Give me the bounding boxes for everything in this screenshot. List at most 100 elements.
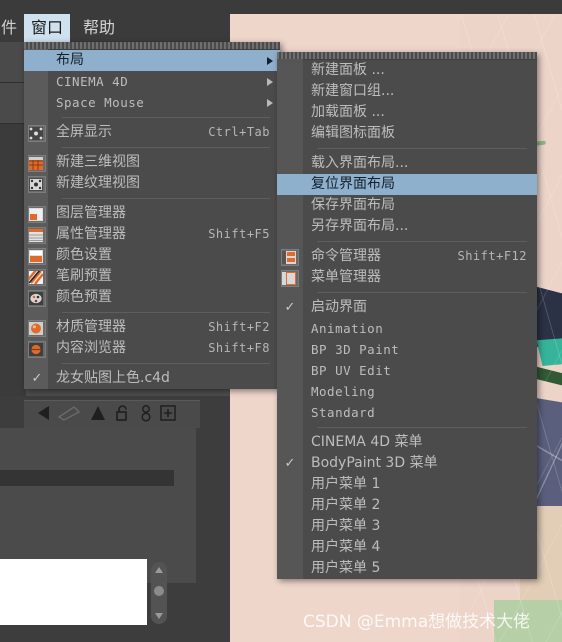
- menu-item-label: 用户菜单 5: [311, 560, 381, 576]
- menu-item-label: 内容浏览器: [56, 340, 126, 356]
- menu-item-animation[interactable]: Animation: [277, 318, 537, 339]
- fullscreen-icon: [28, 125, 46, 142]
- menu-item-shortcut: Shift+F8: [208, 341, 270, 355]
- menu-item-用户菜单-2[interactable]: 用户菜单 2: [277, 495, 537, 516]
- menu-item-材质管理器[interactable]: 材质管理器 Shift+F2: [24, 317, 280, 338]
- menu-item-label: 笔刷预置: [56, 268, 112, 284]
- menubar-item-file-clipped[interactable]: 件: [0, 14, 24, 42]
- window-titlebar: [0, 0, 562, 14]
- menu-item-布局[interactable]: 布局: [24, 50, 280, 71]
- scroll-down-arrow-icon[interactable]: [155, 613, 163, 619]
- menu-item-用户菜单-3[interactable]: 用户菜单 3: [277, 516, 537, 537]
- scrollbar-thumb[interactable]: [154, 586, 164, 596]
- scroll-up-arrow-icon[interactable]: [155, 567, 163, 573]
- menu-item-label: CINEMA 4D: [56, 74, 129, 89]
- menu-item-label: 编辑图标面板: [311, 125, 395, 141]
- menu-item-龙女贴图上色-c4d[interactable]: ✓ 龙女贴图上色.c4d: [24, 368, 280, 389]
- menu-item-内容浏览器[interactable]: 内容浏览器 Shift+F8: [24, 338, 280, 359]
- menu-item-颜色预置[interactable]: 颜色预置: [24, 287, 280, 308]
- menu-item-bp-3d-paint[interactable]: BP 3D Paint: [277, 339, 537, 360]
- menu-item-全屏显示[interactable]: 全屏显示 Ctrl+Tab: [24, 122, 280, 143]
- brush-preset-icon: [28, 269, 46, 286]
- menu-item-复位界面布局[interactable]: 复位界面布局: [277, 174, 537, 195]
- menu-item-standard[interactable]: Standard: [277, 402, 537, 423]
- menu-item-bodypaint-3d-菜单[interactable]: ✓ BodyPaint 3D 菜单: [277, 453, 537, 474]
- menu-item-bp-uv-edit[interactable]: BP UV Edit: [277, 360, 537, 381]
- menu-item-用户菜单-5[interactable]: 用户菜单 5: [277, 558, 537, 579]
- window-menu[interactable]: 布局 CINEMA 4D Space Mouse 全屏显示 Ctrl+Tab 新建三维视图…: [24, 42, 280, 389]
- preview-canvas[interactable]: [0, 559, 147, 625]
- left-tool-slot-2[interactable]: [0, 83, 24, 124]
- add-box-icon[interactable]: [159, 404, 177, 426]
- menu-separator: [317, 427, 527, 428]
- menu-item-modeling[interactable]: Modeling: [277, 381, 537, 402]
- menu-separator: [62, 198, 270, 199]
- menu-item-label: 属性管理器: [56, 226, 126, 242]
- unlock-icon[interactable]: [114, 404, 132, 426]
- color-settings-icon: [28, 248, 46, 265]
- menu-item-cinema-4d-菜单[interactable]: CINEMA 4D 菜单: [277, 432, 537, 453]
- submenu-drag-grip[interactable]: [277, 52, 537, 60]
- menu-item-用户菜单-4[interactable]: 用户菜单 4: [277, 537, 537, 558]
- person-icon[interactable]: [138, 404, 154, 426]
- menu-item-属性管理器[interactable]: 属性管理器 Shift+F5: [24, 224, 280, 245]
- layout-submenu[interactable]: 新建面板 ... 新建窗口组... 加载面板 ... 编辑图标面板载入界面布局... 复…: [277, 52, 537, 579]
- menu-item-加载面板-[interactable]: 加载面板 ...: [277, 102, 537, 123]
- menu-item-菜单管理器[interactable]: 菜单管理器: [277, 267, 537, 288]
- menu-item-cinema-4d[interactable]: CINEMA 4D: [24, 71, 280, 92]
- menu-item-label: 颜色预置: [56, 289, 112, 305]
- menu-separator: [317, 292, 527, 293]
- menu-separator: [317, 241, 527, 242]
- submenu-arrow-icon: [267, 99, 273, 107]
- menu-item-新建三维视图[interactable]: 新建三维视图: [24, 152, 280, 173]
- menu-item-另存界面布局-[interactable]: 另存界面布局...: [277, 216, 537, 237]
- left-tool-slot-1[interactable]: [0, 42, 24, 83]
- menu-separator: [62, 147, 270, 148]
- vertical-scrollbar[interactable]: [151, 562, 167, 624]
- menu-item-新建纹理视图[interactable]: 新建纹理视图: [24, 173, 280, 194]
- menu-item-笔刷预置[interactable]: 笔刷预置: [24, 266, 280, 287]
- menu-item-label: CINEMA 4D 菜单: [311, 434, 423, 450]
- menu-item-命令管理器[interactable]: 命令管理器 Shift+F12: [277, 246, 537, 267]
- menu-separator: [62, 363, 270, 364]
- menu-item-label: 菜单管理器: [311, 269, 381, 285]
- menubar-item-window[interactable]: 窗口: [24, 14, 71, 42]
- up-arrow-icon[interactable]: [88, 404, 108, 426]
- checkmark-icon: ✓: [284, 456, 296, 471]
- menu-item-编辑图标面板[interactable]: 编辑图标面板: [277, 123, 537, 144]
- menu-item-新建窗口组-[interactable]: 新建窗口组...: [277, 81, 537, 102]
- menu-item-label: 布局: [56, 52, 84, 68]
- menu-item-label: BP 3D Paint: [311, 342, 400, 357]
- content-browser-icon: [28, 341, 46, 358]
- back-arrow-icon[interactable]: [36, 404, 58, 426]
- menu-item-label: BodyPaint 3D 菜单: [311, 455, 438, 471]
- menu-item-label: 启动界面: [311, 299, 367, 315]
- attribute-manager-icon: [28, 227, 46, 244]
- menu-item-label: Space Mouse: [56, 95, 145, 110]
- texture-list-row-selected[interactable]: [0, 470, 174, 486]
- menubar-item-help[interactable]: 帮助: [76, 14, 122, 42]
- menu-drag-grip[interactable]: [24, 42, 280, 50]
- new-texture-view-icon: [28, 176, 46, 193]
- menu-item-label: 保存界面布局: [311, 197, 395, 213]
- menu-manager-icon: [281, 270, 299, 287]
- menu-item-图层管理器[interactable]: 图层管理器: [24, 203, 280, 224]
- menu-item-用户菜单-1[interactable]: 用户菜单 1: [277, 474, 537, 495]
- menu-item-label: 颜色设置: [56, 247, 112, 263]
- layout-submenu-items: 新建面板 ... 新建窗口组... 加载面板 ... 编辑图标面板载入界面布局... 复…: [277, 60, 537, 579]
- menu-item-新建面板-[interactable]: 新建面板 ...: [277, 60, 537, 81]
- menu-item-label: 新建面板 ...: [311, 62, 385, 78]
- pencil-icon[interactable]: [56, 404, 82, 426]
- menu-item-label: 命令管理器: [311, 248, 381, 264]
- menu-item-载入界面布局-[interactable]: 载入界面布局...: [277, 153, 537, 174]
- menu-item-label: 材质管理器: [56, 319, 126, 335]
- menu-item-label: 用户菜单 3: [311, 518, 381, 534]
- menu-item-shortcut: Shift+F12: [457, 249, 527, 263]
- menu-item-label: 龙女贴图上色.c4d: [56, 370, 170, 386]
- menu-item-保存界面布局[interactable]: 保存界面布局: [277, 195, 537, 216]
- menu-item-启动界面[interactable]: ✓ 启动界面: [277, 297, 537, 318]
- panel-bottom-strip: [0, 626, 196, 642]
- menu-item-颜色设置[interactable]: 颜色设置: [24, 245, 280, 266]
- menu-item-label: Standard: [311, 405, 376, 420]
- menu-item-space-mouse[interactable]: Space Mouse: [24, 92, 280, 113]
